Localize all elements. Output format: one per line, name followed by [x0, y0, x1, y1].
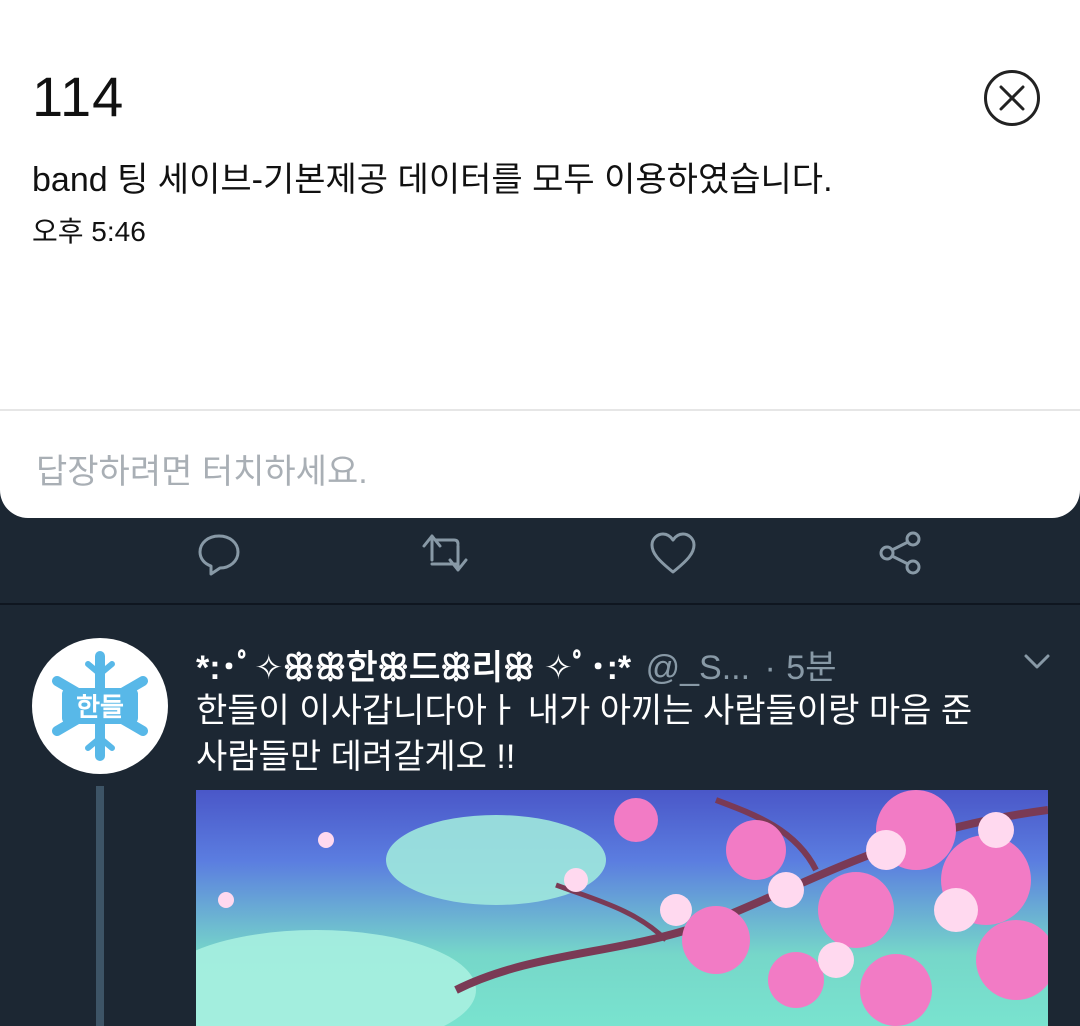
user-handle[interactable]: @_S...	[646, 649, 750, 687]
avatar[interactable]: 한들	[32, 638, 168, 774]
display-name[interactable]: *:･ﾟ✧ꕥꕥ한ꕥ드ꕥ리ꕥ ✧ﾟ･:*	[196, 649, 631, 687]
like-icon[interactable]	[648, 528, 698, 578]
tweet-time: 5분	[786, 649, 837, 687]
avatar-label: 한들	[76, 693, 124, 723]
divider	[0, 409, 1080, 411]
tweet-action-bar	[0, 528, 1080, 578]
tweet-text: 한들이 이사갑니다아ㅏ 내가 아끼는 사람들이랑 마음 준 사람들만 데려갈게오…	[196, 688, 1026, 780]
share-icon[interactable]	[876, 528, 926, 578]
close-button[interactable]	[984, 70, 1040, 126]
reply-input[interactable]	[36, 448, 1036, 496]
notification-title: 114	[32, 65, 125, 128]
reply-icon[interactable]	[194, 528, 244, 578]
notification-time: 오후 5:46	[32, 216, 146, 247]
tweet-text-line: 한들이 이사갑니다아ㅏ 내가 아끼는 사람들이랑 마음 준	[196, 692, 973, 730]
notification-message: band 팅 세이브-기본제공 데이터를 모두 이용하였습니다.	[32, 161, 833, 199]
snowflake-icon: 한들	[52, 651, 148, 761]
tweet-header: *:･ﾟ✧ꕥꕥ한ꕥ드ꕥ리ꕥ ✧ﾟ･:* @_S... · 5분	[196, 640, 1026, 688]
tweet-text-line: 사람들만 데려갈게오 !!	[196, 738, 516, 776]
close-icon	[999, 85, 1025, 111]
separator-dot: ·	[764, 649, 776, 687]
retweet-icon[interactable]	[420, 528, 470, 578]
chevron-down-icon[interactable]	[1022, 650, 1052, 674]
cherry-blossom-image	[196, 790, 1048, 1026]
divider	[0, 603, 1080, 605]
tweet-media-image[interactable]	[196, 790, 1048, 1026]
notification-card[interactable]: 114 band 팅 세이브-기본제공 데이터를 모두 이용하였습니다. 오후 …	[0, 0, 1080, 518]
thread-line	[96, 786, 104, 1026]
